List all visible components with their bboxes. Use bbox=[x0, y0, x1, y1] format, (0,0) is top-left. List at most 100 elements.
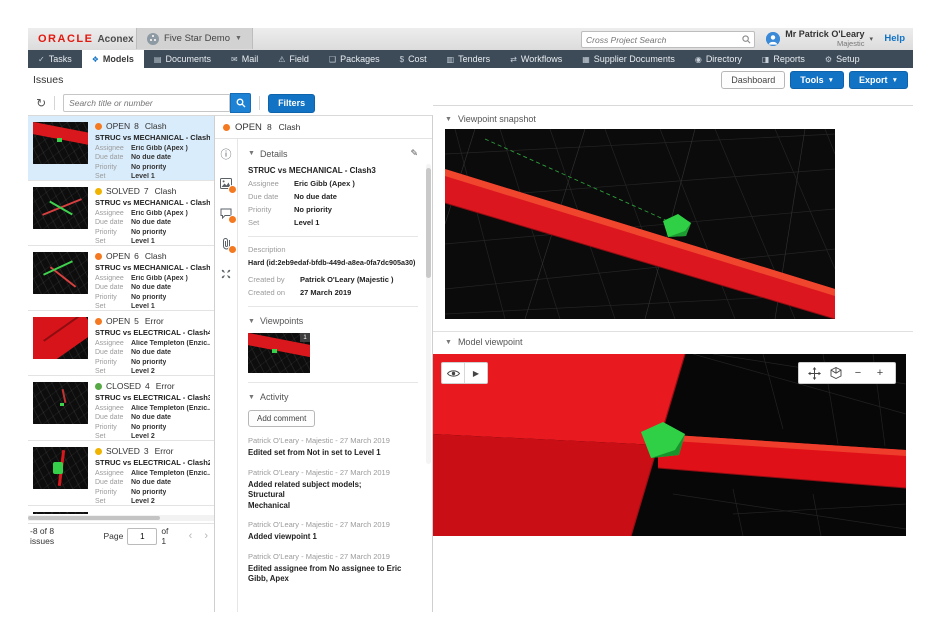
filters-button[interactable]: Filters bbox=[268, 94, 315, 113]
created-on-label: Created on bbox=[248, 288, 300, 297]
activity-meta: Patrick O'Leary - Majestic - 27 March 20… bbox=[248, 552, 418, 561]
module-icon: ◉ bbox=[695, 55, 702, 64]
issue-list: OPEN 8 Clash STRUC vs MECHANICAL - Clash… bbox=[28, 116, 214, 514]
set-label: Set bbox=[95, 303, 131, 310]
issue-number: 6 bbox=[134, 251, 139, 261]
dashboard-button[interactable]: Dashboard bbox=[721, 71, 785, 89]
detail-status: OPEN bbox=[235, 122, 262, 133]
issue-number: 8 bbox=[134, 121, 139, 131]
issue-list-item[interactable]: SOLVED 3 Error STRUC vs ELECTRICAL - Cla… bbox=[28, 441, 214, 506]
cross-project-search-input[interactable] bbox=[582, 35, 742, 45]
viewpoint-thumbnail[interactable]: 1 bbox=[248, 333, 310, 373]
issue-list-item[interactable]: OPEN 5 Error STRUC vs ELECTRICAL - Clash… bbox=[28, 311, 214, 376]
edit-pencil-icon[interactable]: ✎ bbox=[410, 148, 418, 159]
help-link[interactable]: Help bbox=[884, 33, 905, 44]
issue-list-item[interactable]: OPEN 6 Clash STRUC vs MECHANICAL - Clash… bbox=[28, 246, 214, 311]
tab-supplier-documents[interactable]: ▦ Supplier Documents bbox=[572, 50, 685, 68]
issue-thumbnail bbox=[33, 317, 88, 359]
tab-cost[interactable]: $ Cost bbox=[390, 50, 437, 68]
priority-label: Priority bbox=[248, 205, 294, 214]
tab-documents[interactable]: ▤ Documents bbox=[144, 50, 221, 68]
due-date-label: Due date bbox=[95, 414, 131, 421]
project-selector[interactable]: Five Star Demo ▼ bbox=[136, 28, 253, 49]
viewpoints-icon[interactable] bbox=[220, 177, 233, 190]
tab-setup[interactable]: ⚙ Setup bbox=[815, 50, 870, 68]
activity-entry: Patrick O'Leary - Majestic - 27 March 20… bbox=[248, 520, 418, 543]
expand-toolbar-icon[interactable]: ▶ bbox=[465, 363, 487, 383]
issue-search-input[interactable] bbox=[64, 98, 229, 108]
due-date-value: No due date bbox=[131, 154, 171, 161]
zoom-out-icon[interactable]: − bbox=[847, 363, 869, 383]
tab-tenders[interactable]: ▥ Tenders bbox=[437, 50, 501, 68]
tab-packages[interactable]: ❑ Packages bbox=[319, 50, 390, 68]
due-date-label: Due date bbox=[95, 154, 131, 161]
module-icon: ▥ bbox=[447, 55, 455, 64]
issue-list-toolbar: ↺ Filters bbox=[28, 92, 448, 114]
status-dot bbox=[95, 318, 102, 325]
tab-workflows[interactable]: ⇄ Workflows bbox=[500, 50, 572, 68]
issue-search[interactable] bbox=[63, 94, 230, 112]
issue-type: Error bbox=[155, 446, 174, 456]
priority-value: No priority bbox=[131, 424, 166, 431]
horizontal-scrollbar[interactable] bbox=[28, 515, 214, 521]
issue-status: SOLVED bbox=[106, 186, 140, 196]
scrollbar-thumb[interactable] bbox=[28, 516, 160, 520]
issue-list-item[interactable]: Assignee Due date Priority Set bbox=[28, 506, 214, 514]
viewpoint-snapshot-header[interactable]: ▼ Viewpoint snapshot bbox=[433, 109, 913, 129]
orbit-cube-icon[interactable] bbox=[825, 363, 847, 383]
zoom-in-icon[interactable]: + bbox=[869, 363, 891, 383]
issue-title: STRUC vs MECHANICAL - Clash3 bbox=[95, 133, 210, 142]
issue-thumbnail bbox=[33, 122, 88, 164]
info-icon[interactable]: ⓘ bbox=[220, 147, 233, 160]
issue-list-item[interactable]: OPEN 8 Clash STRUC vs MECHANICAL - Clash… bbox=[28, 116, 214, 181]
issue-list-item[interactable]: CLOSED 4 Error STRUC vs ELECTRICAL - Cla… bbox=[28, 376, 214, 441]
tab-directory[interactable]: ◉ Directory bbox=[685, 50, 752, 68]
activity-section-header[interactable]: ▼ Activity bbox=[248, 392, 418, 402]
tab-label: Tasks bbox=[49, 54, 72, 64]
vertical-scrollbar[interactable] bbox=[426, 164, 431, 464]
chevron-down-icon: ▼ bbox=[828, 77, 834, 84]
tab-models[interactable]: ❖ Models bbox=[82, 50, 144, 68]
next-page-icon[interactable]: › bbox=[204, 530, 208, 542]
pan-icon[interactable] bbox=[803, 363, 825, 383]
tools-button[interactable]: Tools▼ bbox=[790, 71, 844, 89]
add-comment-button[interactable]: Add comment bbox=[248, 410, 315, 427]
search-button[interactable] bbox=[230, 93, 251, 113]
issue-list-item[interactable]: SOLVED 7 Clash STRUC vs MECHANICAL - Cla… bbox=[28, 181, 214, 246]
tab-field[interactable]: ⚠ Field bbox=[268, 50, 319, 68]
export-button[interactable]: Export▼ bbox=[849, 71, 908, 89]
due-date-label: Due date bbox=[248, 192, 294, 201]
module-nav: ✓ Tasks ❖ Models ▤ Documents ✉ Mail ⚠ Fi… bbox=[28, 50, 913, 68]
module-icon: ⚙ bbox=[825, 55, 832, 64]
user-menu[interactable]: Mr Patrick O'Leary Majestic ▾ bbox=[766, 29, 873, 49]
user-avatar bbox=[766, 32, 780, 46]
created-by-value: Patrick O'Leary (Majestic ) bbox=[300, 275, 394, 284]
search-icon[interactable] bbox=[742, 31, 751, 49]
status-dot bbox=[95, 383, 102, 390]
activity-entry: Patrick O'Leary - Majestic - 27 March 20… bbox=[248, 552, 418, 585]
tab-reports[interactable]: ◨ Reports bbox=[752, 50, 815, 68]
markup-icon[interactable] bbox=[220, 267, 233, 280]
visibility-eye-icon[interactable] bbox=[442, 363, 464, 383]
prev-page-icon[interactable]: ‹ bbox=[189, 530, 193, 542]
model-viewpoint-viewer[interactable]: ▶ − + bbox=[433, 354, 906, 536]
assignee-value: Eric Gibb (Apex ) bbox=[131, 210, 188, 217]
status-dot bbox=[95, 123, 102, 130]
model-viewpoint-header[interactable]: ▼ Model viewpoint bbox=[433, 332, 913, 352]
activity-entry: Patrick O'Leary - Majestic - 27 March 20… bbox=[248, 468, 418, 512]
viewpoints-section-header[interactable]: ▼ Viewpoints bbox=[248, 316, 418, 326]
scrollbar-thumb[interactable] bbox=[426, 168, 431, 278]
cross-project-search[interactable] bbox=[581, 31, 755, 48]
tab-tasks[interactable]: ✓ Tasks bbox=[28, 50, 82, 68]
module-icon: $ bbox=[400, 55, 404, 64]
tab-mail[interactable]: ✉ Mail bbox=[221, 50, 268, 68]
comments-icon[interactable] bbox=[220, 207, 233, 220]
page-number-input[interactable] bbox=[127, 528, 157, 545]
notification-badge bbox=[228, 185, 237, 194]
tab-label: Tenders bbox=[458, 54, 490, 64]
due-date-value: No due date bbox=[294, 192, 337, 201]
details-section-header[interactable]: ▼ Details ✎ bbox=[248, 148, 418, 159]
refresh-icon[interactable]: ↺ bbox=[36, 96, 46, 110]
attachments-icon[interactable] bbox=[220, 237, 233, 250]
set-value: Level 1 bbox=[131, 303, 155, 310]
